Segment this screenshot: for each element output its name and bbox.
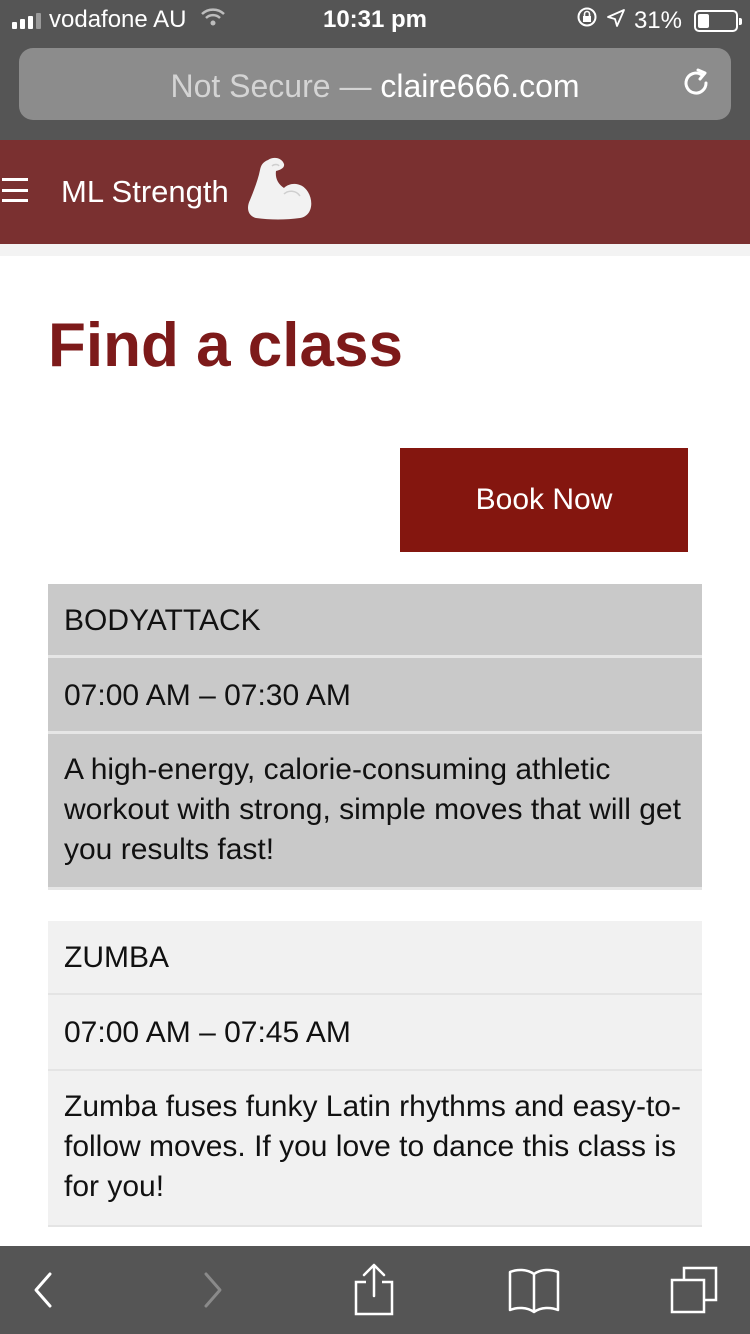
address-bar[interactable]: Not Secure — claire666.com: [19, 48, 731, 120]
page-title: Find a class: [48, 311, 403, 380]
header-divider: [0, 244, 750, 256]
battery-fill: [698, 13, 710, 28]
class-card-zumba[interactable]: ZUMBA 07:00 AM – 07:45 AM Zumba fuses fu…: [48, 921, 702, 1227]
status-bar: vodafone AU 10:31 pm 31%: [0, 0, 750, 40]
class-name: BODYATTACK: [48, 584, 702, 658]
back-icon[interactable]: [4, 1246, 84, 1334]
url-text[interactable]: Not Secure — claire666.com: [19, 68, 731, 105]
browser-chrome: Not Secure — claire666.com: [0, 40, 750, 140]
battery-icon: [694, 9, 742, 32]
flexed-bicep-icon: [246, 154, 318, 229]
tabs-icon[interactable]: [654, 1246, 734, 1334]
reload-icon[interactable]: [679, 66, 713, 105]
menu-icon[interactable]: [2, 178, 28, 202]
browser-toolbar: [0, 1246, 750, 1334]
status-right: 31%: [576, 6, 742, 35]
class-description: Zumba fuses funky Latin rhythms and easy…: [48, 1071, 702, 1227]
class-time: 07:00 AM – 07:30 AM: [48, 658, 702, 734]
site-brand[interactable]: ML Strength: [61, 174, 229, 210]
class-description: A high-energy, calorie-consuming athleti…: [48, 734, 702, 890]
forward-icon[interactable]: [172, 1246, 252, 1334]
orientation-lock-icon: [576, 6, 598, 35]
location-icon: [606, 7, 626, 35]
share-icon[interactable]: [334, 1246, 414, 1334]
security-label: Not Secure —: [170, 68, 372, 104]
bookmarks-icon[interactable]: [494, 1246, 574, 1334]
class-card-bodyattack[interactable]: BODYATTACK 07:00 AM – 07:30 AM A high-en…: [48, 584, 702, 890]
class-time: 07:00 AM – 07:45 AM: [48, 995, 702, 1071]
book-now-button[interactable]: Book Now: [400, 448, 688, 552]
battery-percent: 31%: [633, 6, 682, 34]
url-host: claire666.com: [380, 68, 580, 104]
site-header: ML Strength: [0, 140, 750, 244]
class-name: ZUMBA: [48, 921, 702, 995]
